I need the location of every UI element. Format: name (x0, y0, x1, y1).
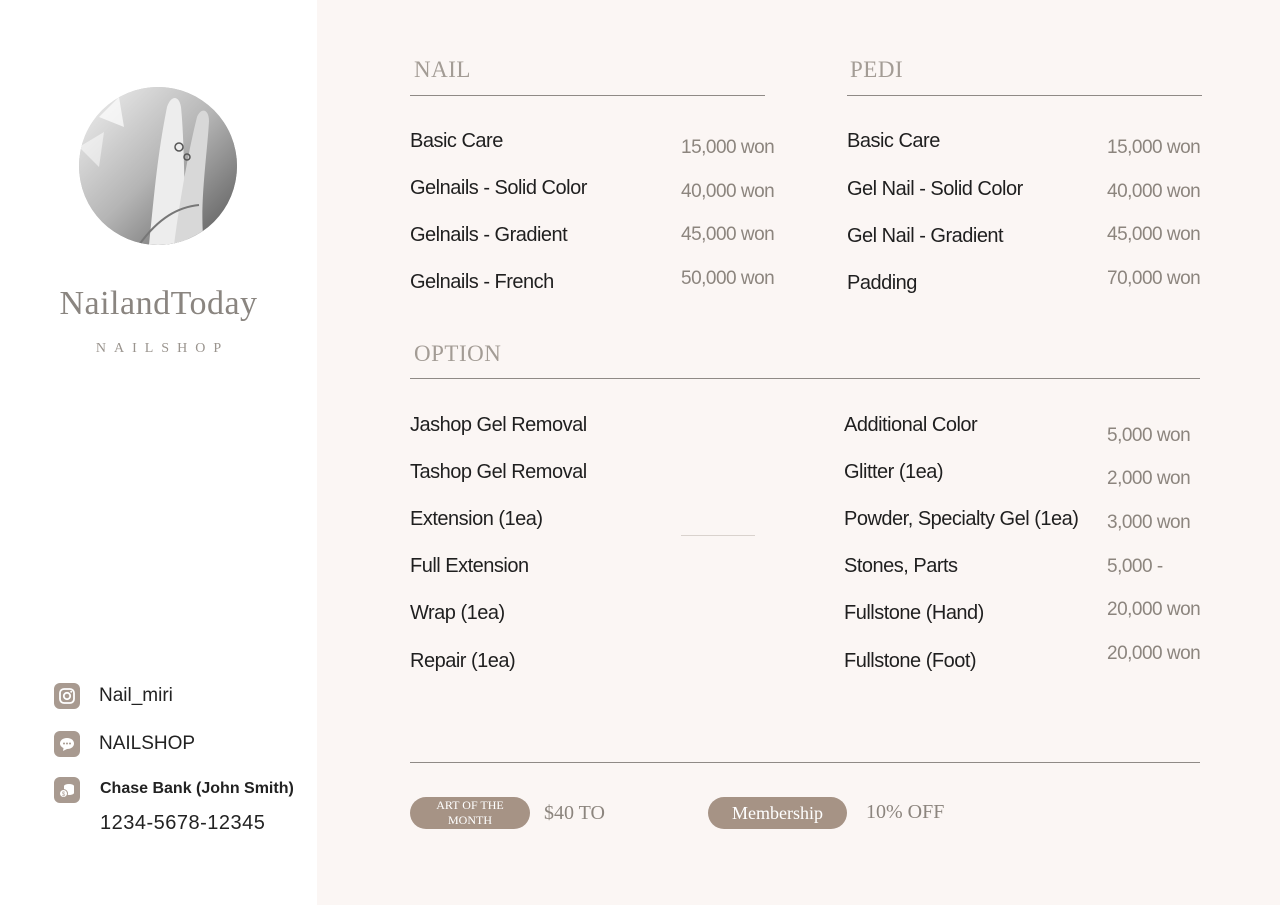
option-item-name: Jashop Gel Removal (410, 414, 587, 436)
art-badge-line1: ART OF THE (436, 798, 504, 812)
pedi-item-price: 70,000 won (1107, 268, 1201, 289)
option-item-price: 20,000 won (1107, 643, 1201, 664)
option-divider (410, 378, 1200, 379)
nail-item-price: 40,000 won (681, 181, 775, 202)
bank-icon: $ (54, 777, 80, 803)
nail-item-name: Gelnails - Solid Color (410, 177, 587, 199)
pedi-item-name: Padding (847, 272, 917, 294)
bank-name: Chase Bank (John Smith) (100, 780, 294, 797)
bank-contact: $ (54, 777, 80, 803)
brand-name: NailandToday (59, 285, 258, 322)
option-item-name: Fullstone (Foot) (844, 650, 977, 672)
option-item-price: 5,000 won (1107, 425, 1191, 446)
option-item-price: 2,000 won (1107, 468, 1191, 489)
option-item-name: Wrap (1ea) (410, 602, 505, 624)
option-item-name: Tashop Gel Removal (410, 461, 587, 483)
promo-divider (410, 762, 1200, 763)
instagram-contact[interactable]: Nail_miri (54, 683, 173, 709)
instagram-handle: Nail_miri (99, 685, 173, 706)
art-of-the-month-badge: ART OF THE MONTH (410, 797, 530, 829)
nail-item-name: Gelnails - French (410, 271, 554, 293)
pedi-item-price: 40,000 won (1107, 181, 1201, 202)
art-of-the-month-price: $40 TO (544, 802, 605, 824)
option-item-name: Powder, Specialty Gel (1ea) (844, 508, 1079, 530)
nail-item-price: 50,000 won (681, 268, 775, 289)
sidebar: NailandToday NAILSHOP Nail_miri NAILSHOP… (0, 0, 317, 905)
nail-item-price: 45,000 won (681, 224, 775, 245)
membership-badge: Membership (708, 797, 847, 829)
nail-item-name: Gelnails - Gradient (410, 224, 568, 246)
pedi-item-name: Basic Care (847, 130, 940, 152)
pedi-item-name: Gel Nail - Gradient (847, 225, 1004, 247)
pedi-section-title: PEDI (850, 57, 904, 82)
option-item-name: Additional Color (844, 414, 978, 436)
chat-label: NAILSHOP (99, 733, 196, 754)
nail-item-name: Basic Care (410, 130, 503, 152)
nail-section-title: NAIL (414, 57, 471, 82)
option-item-name: Repair (1ea) (410, 650, 516, 672)
chat-contact[interactable]: NAILSHOP (54, 731, 195, 757)
profile-photo (79, 87, 237, 245)
option-section-title: OPTION (414, 341, 502, 366)
option-item-name: Stones, Parts (844, 555, 958, 577)
pedi-item-price: 15,000 won (1107, 137, 1201, 158)
pedi-divider (847, 95, 1202, 96)
chat-icon (54, 731, 80, 757)
brand-subtitle: NAILSHOP (95, 341, 230, 356)
instagram-icon (54, 683, 80, 709)
pedi-item-name: Gel Nail - Solid Color (847, 178, 1023, 200)
art-badge-line2: MONTH (448, 813, 492, 827)
bank-account-number: 1234-5678-12345 (100, 812, 266, 834)
faint-divider (681, 535, 755, 536)
nail-item-price: 15,000 won (681, 137, 775, 158)
pedi-item-price: 45,000 won (1107, 224, 1201, 245)
option-item-name: Fullstone (Hand) (844, 602, 984, 624)
option-item-price: 20,000 won (1107, 599, 1201, 620)
option-item-name: Glitter (1ea) (844, 461, 944, 483)
option-item-name: Extension (1ea) (410, 508, 543, 530)
hands-image (79, 87, 237, 245)
option-item-name: Full Extension (410, 555, 529, 577)
option-item-price: 5,000 - (1107, 556, 1163, 577)
nail-divider (410, 95, 765, 96)
membership-discount: 10% OFF (866, 801, 945, 823)
option-item-price: 3,000 won (1107, 512, 1191, 533)
